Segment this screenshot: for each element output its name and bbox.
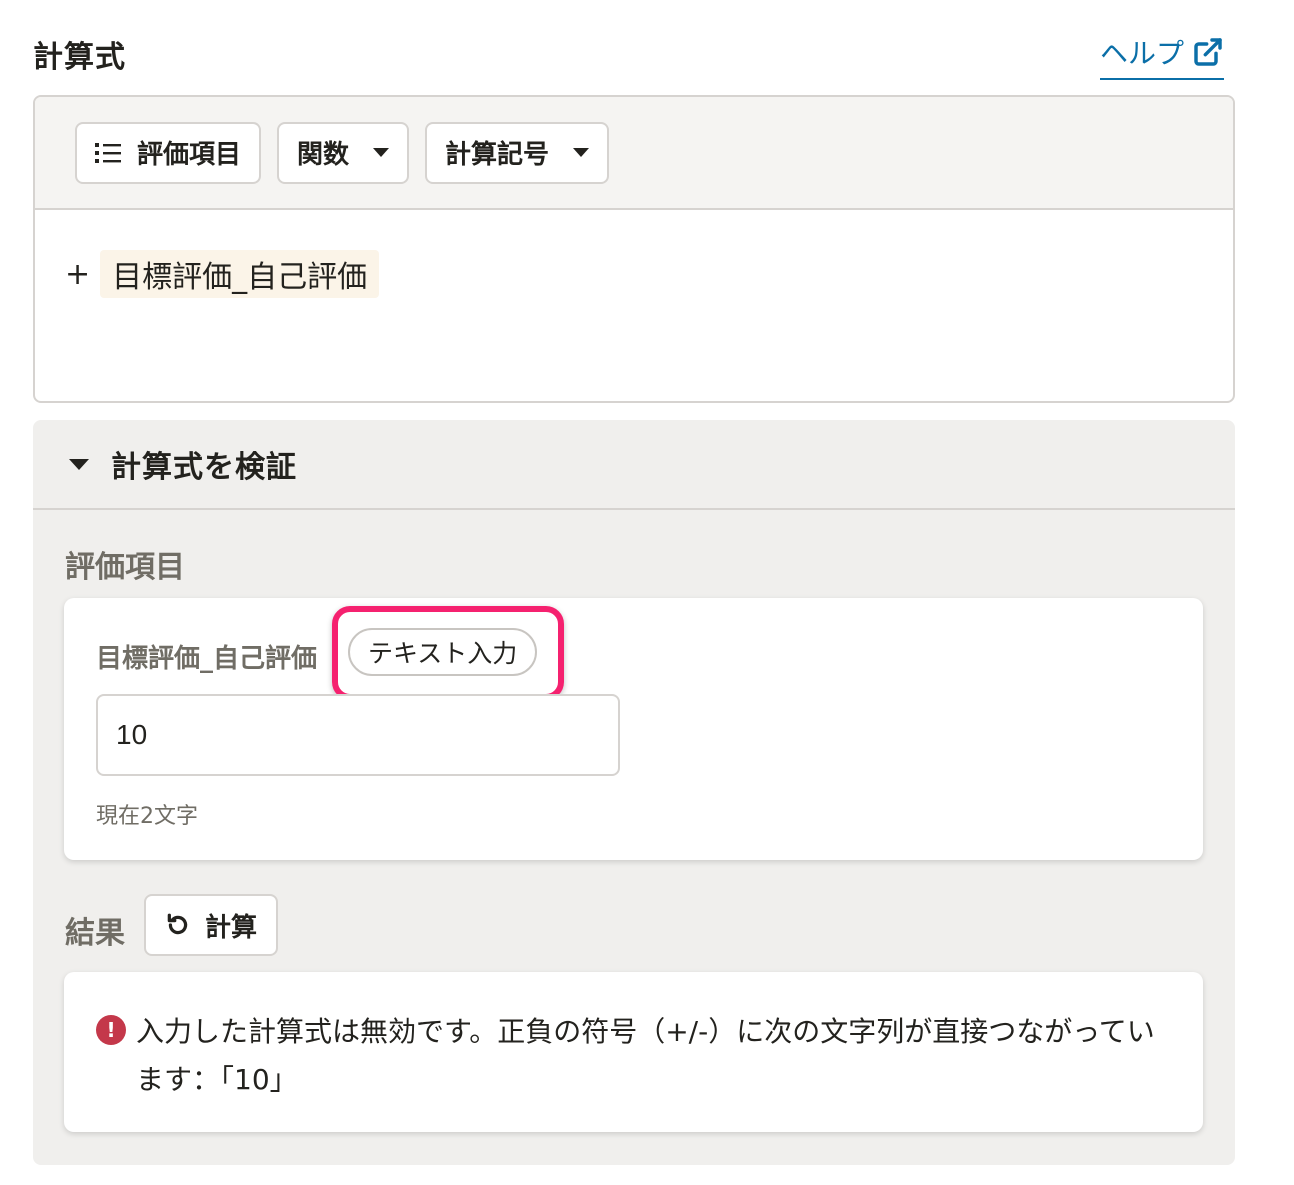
help-link[interactable]: ヘルプ bbox=[1100, 30, 1225, 80]
eval-item-name: 目標評価_自己評価 bbox=[96, 644, 318, 674]
input-type-badge: テキスト入力 bbox=[348, 628, 538, 676]
validation-title: 計算式を検証 bbox=[111, 450, 297, 485]
section-title: 計算式 bbox=[33, 40, 126, 75]
functions-dropdown[interactable]: 関数 bbox=[277, 121, 410, 184]
functions-dropdown-label: 関数 bbox=[297, 140, 350, 170]
refresh-icon bbox=[167, 913, 188, 935]
result-label: 結果 bbox=[65, 916, 125, 951]
calculate-button-label: 計算 bbox=[204, 912, 257, 943]
help-link-label: ヘルプ bbox=[1100, 37, 1185, 70]
calculate-button[interactable]: 計算 bbox=[144, 894, 278, 956]
formula-editor: 評価項目 関数 計算記号 + 目標評価_自己評価 bbox=[33, 95, 1235, 403]
formula-token[interactable]: 目標評価_自己評価 bbox=[100, 250, 380, 298]
validation-panel: 計算式を検証 評価項目 目標評価_自己評価 テキスト入力 現在2文字 結果 計算… bbox=[33, 420, 1235, 1165]
external-link-icon bbox=[1194, 38, 1222, 66]
formula-input-area[interactable]: + 目標評価_自己評価 bbox=[35, 210, 1233, 338]
operators-dropdown[interactable]: 計算記号 bbox=[425, 121, 610, 184]
formula-settings-page: 計算式 ヘルプ 評価項目 関数 計算記号 + 目標評価_自己評価 計算式を検証 … bbox=[0, 0, 1294, 1185]
caret-down-icon bbox=[573, 148, 590, 157]
eval-items-button-label: 評価項目 bbox=[137, 140, 242, 170]
eval-item-card: 目標評価_自己評価 テキスト入力 現在2文字 bbox=[64, 598, 1203, 860]
caret-down-icon bbox=[373, 148, 390, 157]
result-card: ! 入力した計算式は無効です。正負の符号（+/-）に次の文字列が直接つながってい… bbox=[64, 972, 1203, 1132]
eval-items-heading: 評価項目 bbox=[65, 550, 185, 585]
formula-toolbar: 評価項目 関数 計算記号 bbox=[35, 97, 1233, 210]
eval-item-value-input[interactable] bbox=[96, 694, 620, 776]
list-icon bbox=[95, 142, 121, 163]
char-count: 現在2文字 bbox=[96, 804, 198, 829]
caret-down-icon bbox=[69, 458, 89, 470]
error-icon: ! bbox=[96, 1015, 126, 1045]
validation-toggle[interactable]: 計算式を検証 bbox=[33, 420, 1235, 510]
formula-operator: + bbox=[65, 256, 91, 292]
error-message: 入力した計算式は無効です。正負の符号（+/-）に次の文字列が直接つながっています… bbox=[136, 1015, 1155, 1096]
operators-dropdown-label: 計算記号 bbox=[445, 140, 550, 170]
eval-items-button[interactable]: 評価項目 bbox=[75, 121, 262, 184]
